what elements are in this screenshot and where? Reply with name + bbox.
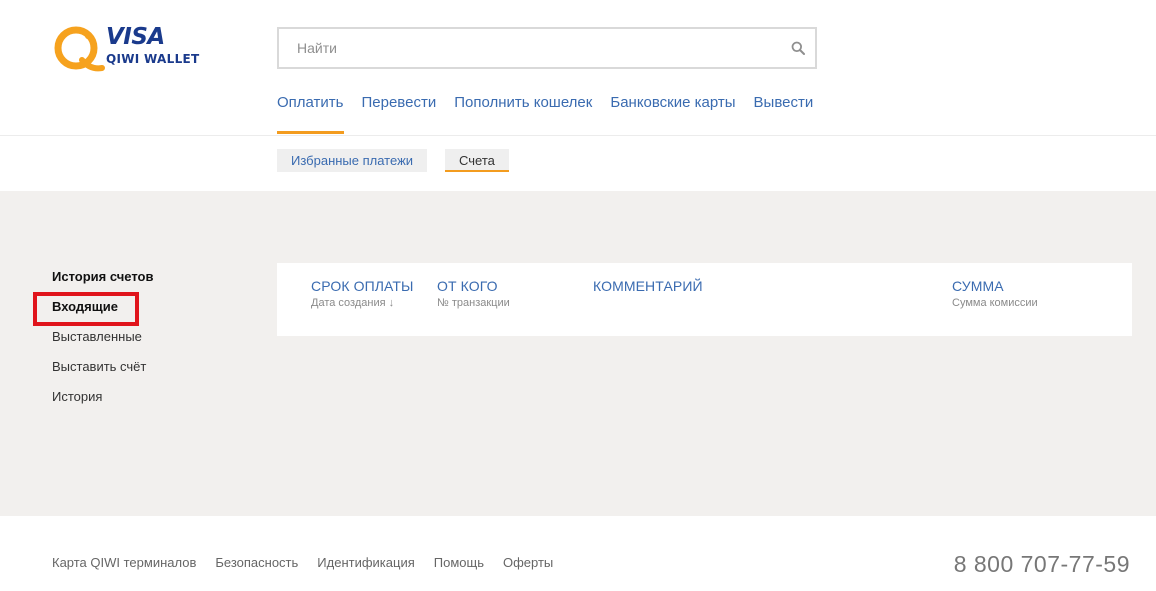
footer-links: Карта QIWI терминалов Безопасность Идент… xyxy=(52,555,572,570)
logo-wallet-text: QIWI WALLET xyxy=(106,52,200,66)
column-subtitle: Дата создания ↓ xyxy=(311,297,395,309)
side-item-issued[interactable]: Выставленные xyxy=(52,329,153,359)
nav-transfer[interactable]: Перевести xyxy=(362,94,437,134)
footer-link-terminal-map[interactable]: Карта QIWI терминалов xyxy=(52,555,196,570)
tab-bills[interactable]: Счета xyxy=(445,149,509,172)
selection-highlight xyxy=(33,292,139,326)
column-comment[interactable]: КОММЕНТАРИЙ xyxy=(593,278,703,297)
qiwi-logo[interactable]: VISA QIWI WALLET xyxy=(52,24,202,78)
footer-link-offers[interactable]: Оферты xyxy=(503,555,553,570)
column-title: ОТ КОГО xyxy=(437,278,498,294)
nav-bank-cards[interactable]: Банковские карты xyxy=(610,94,735,134)
column-title: КОММЕНТАРИЙ xyxy=(593,278,703,294)
search-box xyxy=(277,27,817,69)
footer-link-help[interactable]: Помощь xyxy=(434,555,484,570)
column-subtitle: Сумма комиссии xyxy=(952,297,1038,309)
tab-favorite-payments[interactable]: Избранные платежи xyxy=(277,149,428,172)
content-area: История счетов Входящие Выставленные Выс… xyxy=(0,191,1156,516)
nav-pay[interactable]: Оплатить xyxy=(277,94,344,134)
side-item-history[interactable]: История xyxy=(52,389,153,419)
header-divider xyxy=(0,135,1156,136)
column-title: СУММА xyxy=(952,278,1004,294)
footer-link-identification[interactable]: Идентификация xyxy=(317,555,414,570)
footer-link-security[interactable]: Безопасность xyxy=(215,555,298,570)
sub-nav: Избранные платежи Счета xyxy=(277,149,527,172)
column-from[interactable]: ОТ КОГО № транзакции xyxy=(437,278,510,309)
qiwi-q-logo-icon xyxy=(54,26,105,72)
side-item-issue-bill[interactable]: Выставить счёт xyxy=(52,359,153,389)
nav-withdraw[interactable]: Вывести xyxy=(754,94,814,134)
column-title: СРОК ОПЛАТЫ xyxy=(311,278,414,294)
column-subtitle: № транзакции xyxy=(437,297,510,309)
search-input[interactable] xyxy=(279,29,779,67)
logo-visa-text: VISA xyxy=(106,24,165,50)
bills-table-header: СРОК ОПЛАТЫ Дата создания ↓ ОТ КОГО № тр… xyxy=(277,263,1132,336)
nav-top-up-wallet[interactable]: Пополнить кошелек xyxy=(454,94,592,134)
column-due-date[interactable]: СРОК ОПЛАТЫ Дата создания ↓ xyxy=(311,278,414,309)
column-amount[interactable]: СУММА Сумма комиссии xyxy=(952,278,1038,309)
search-icon[interactable] xyxy=(791,41,805,55)
support-phone[interactable]: 8 800 707-77-59 xyxy=(954,551,1130,578)
main-nav: Оплатить Перевести Пополнить кошелек Бан… xyxy=(277,94,831,134)
